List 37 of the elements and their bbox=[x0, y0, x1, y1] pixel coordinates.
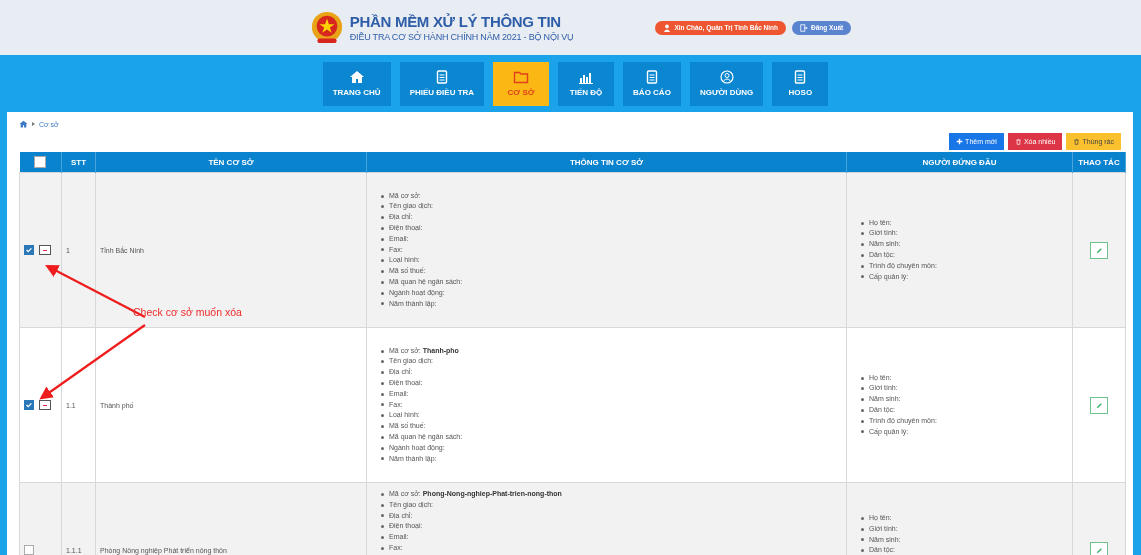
emblem-icon bbox=[309, 10, 344, 45]
nav-tab[interactable]: PHIẾU ĐIỀU TRA bbox=[399, 61, 485, 106]
row-checkbox[interactable] bbox=[24, 245, 34, 255]
user-icon bbox=[718, 70, 735, 84]
trash-icon bbox=[1073, 138, 1081, 145]
bar-chart-icon bbox=[578, 70, 595, 84]
column-header: THÔNG TIN CƠ SỞ bbox=[366, 152, 847, 173]
column-header: NGƯỜI ĐỨNG ĐẦU bbox=[846, 152, 1073, 173]
annotation-label: Check cơ sở muốn xóa bbox=[133, 306, 242, 318]
plus-icon bbox=[956, 138, 964, 145]
trash-icon bbox=[1014, 138, 1022, 145]
row-checkbox[interactable] bbox=[24, 400, 34, 410]
document-icon bbox=[644, 70, 660, 84]
user-icon bbox=[663, 23, 672, 32]
breadcrumb-separator-icon bbox=[32, 122, 35, 126]
column-header: TÊN CƠ SỞ bbox=[95, 152, 367, 173]
nav-tab[interactable]: BÁO CÁO bbox=[623, 61, 681, 106]
column-header: THAO TÁC bbox=[1072, 152, 1126, 173]
app-subtitle: ĐIỀU TRA CƠ SỞ HÀNH CHÍNH NĂM 2021 - BỘ NỘI VỤ bbox=[349, 32, 574, 42]
nav-tab[interactable]: TIẾN ĐỘ bbox=[558, 61, 615, 106]
folder-icon bbox=[513, 70, 530, 84]
pencil-icon bbox=[1094, 545, 1104, 555]
row-checkbox[interactable] bbox=[24, 545, 34, 555]
collapse-button[interactable] bbox=[39, 400, 51, 410]
home-icon bbox=[348, 70, 365, 84]
pencil-icon bbox=[1094, 245, 1104, 255]
home-icon[interactable] bbox=[19, 120, 28, 128]
logout-icon bbox=[800, 23, 809, 32]
nav-tab[interactable]: NGƯỜI DÙNG bbox=[689, 61, 764, 106]
nav-tab[interactable]: CƠ SỞ bbox=[493, 61, 550, 106]
nav-tab[interactable]: TRANG CHỦ bbox=[322, 61, 391, 106]
column-header: STT bbox=[61, 152, 96, 173]
select-all-checkbox[interactable] bbox=[34, 156, 47, 168]
nav-tab[interactable]: HOSO bbox=[772, 61, 829, 106]
app-title: PHẦN MỀM XỬ LÝ THÔNG TIN bbox=[349, 13, 562, 30]
pencil-icon bbox=[1094, 400, 1104, 410]
collapse-button[interactable] bbox=[39, 245, 51, 255]
